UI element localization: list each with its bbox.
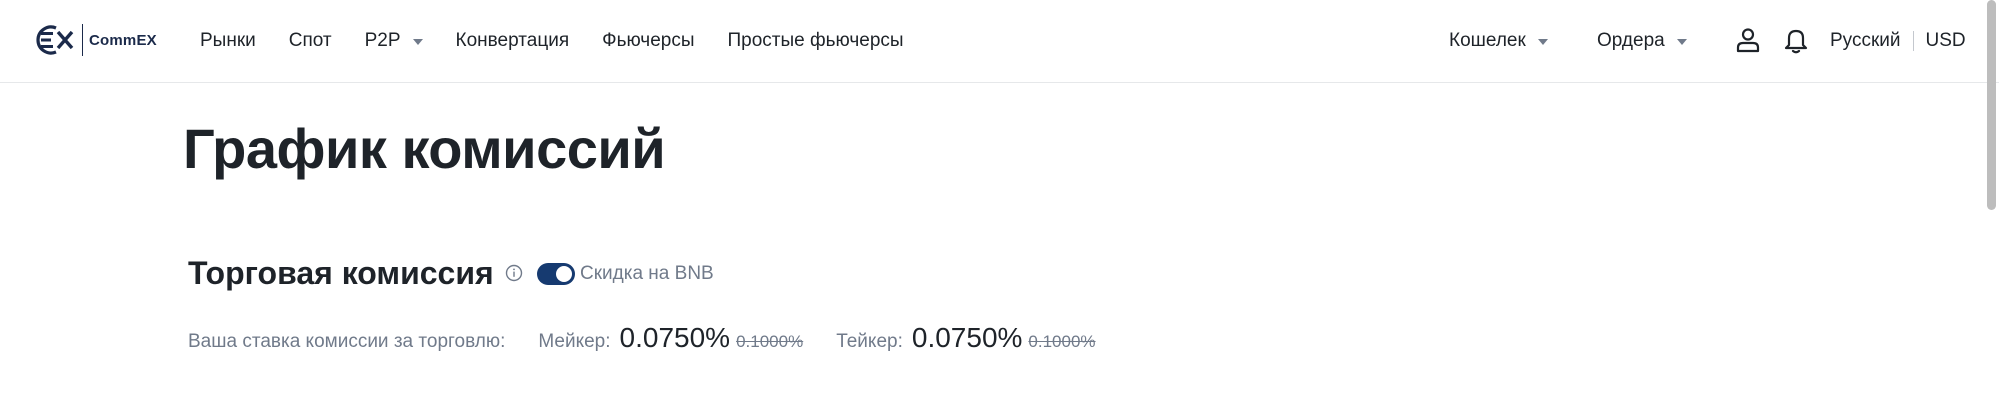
wallet-label: Кошелек (1449, 30, 1526, 51)
language-currency-switch: Русский USD (1830, 0, 1966, 82)
currency-selector[interactable]: USD (1926, 30, 1966, 52)
nav-futures-label: Фьючерсы (602, 30, 695, 51)
nav-convert-label: Конвертация (455, 30, 570, 51)
page-scrollbar[interactable] (1987, 0, 1996, 210)
section-title: Торговая комиссия (188, 255, 494, 291)
caret-down-icon (412, 39, 423, 45)
nav-markets-label: Рынки (200, 30, 256, 51)
orders-menu[interactable]: Ордера (1597, 0, 1687, 82)
logo-text: CommEX (89, 31, 157, 49)
info-icon[interactable] (505, 264, 523, 282)
nav-markets[interactable]: Рынки (200, 30, 256, 52)
top-navbar: CommEX Рынки Спот P2P Конвертация Фьючер… (0, 0, 1999, 83)
fee-rate-label: Ваша ставка комиссии за торговлю: (188, 331, 506, 352)
nav-p2p[interactable]: P2P (365, 30, 423, 52)
nav-simple-futures-label: Простые фьючерсы (727, 30, 904, 51)
nav-p2p-label: P2P (364, 30, 401, 51)
logo-divider (82, 24, 83, 56)
taker-label: Тейкер: (836, 331, 903, 352)
page-title: График комиссий (183, 117, 666, 180)
fee-rate-row: Ваша ставка комиссии за торговлю: Мейкер… (188, 322, 1096, 362)
maker-rate-old: 0.1000% (736, 332, 804, 351)
orders-menu-item[interactable]: Ордера (1597, 30, 1687, 52)
nav-simple-futures[interactable]: Простые фьючерсы (728, 30, 904, 52)
wallet-menu[interactable]: Кошелек (1449, 0, 1548, 82)
user-account-button[interactable] (1732, 24, 1764, 56)
wallet-menu-item[interactable]: Кошелек (1449, 30, 1548, 52)
lang-divider (1912, 31, 1914, 51)
nav-spot-label: Спот (288, 30, 332, 51)
nav-futures[interactable]: Фьючерсы (602, 30, 694, 52)
maker-rate-value: 0.0750% (619, 322, 731, 353)
commex-logo[interactable]: CommEX (32, 22, 157, 58)
main-nav: Рынки Спот P2P Конвертация Фьючерсы Прос… (200, 0, 937, 82)
taker-rate-value: 0.0750% (911, 322, 1023, 353)
bnb-discount-toggle[interactable] (537, 263, 575, 285)
language-selector[interactable]: Русский (1830, 30, 1901, 52)
notifications-button[interactable] (1780, 24, 1812, 56)
caret-down-icon (1537, 39, 1548, 45)
bnb-discount-label: Скидка на BNB (580, 263, 714, 284)
nav-convert[interactable]: Конвертация (456, 30, 570, 52)
taker-rate-old: 0.1000% (1028, 332, 1096, 351)
maker-label: Мейкер: (538, 331, 611, 352)
user-icon (1736, 28, 1760, 53)
commex-logo-icon (36, 25, 74, 55)
toggle-knob (556, 266, 572, 282)
orders-label: Ордера (1597, 30, 1665, 51)
nav-spot[interactable]: Спот (289, 30, 332, 52)
bell-icon (1784, 29, 1808, 54)
caret-down-icon (1676, 39, 1687, 45)
